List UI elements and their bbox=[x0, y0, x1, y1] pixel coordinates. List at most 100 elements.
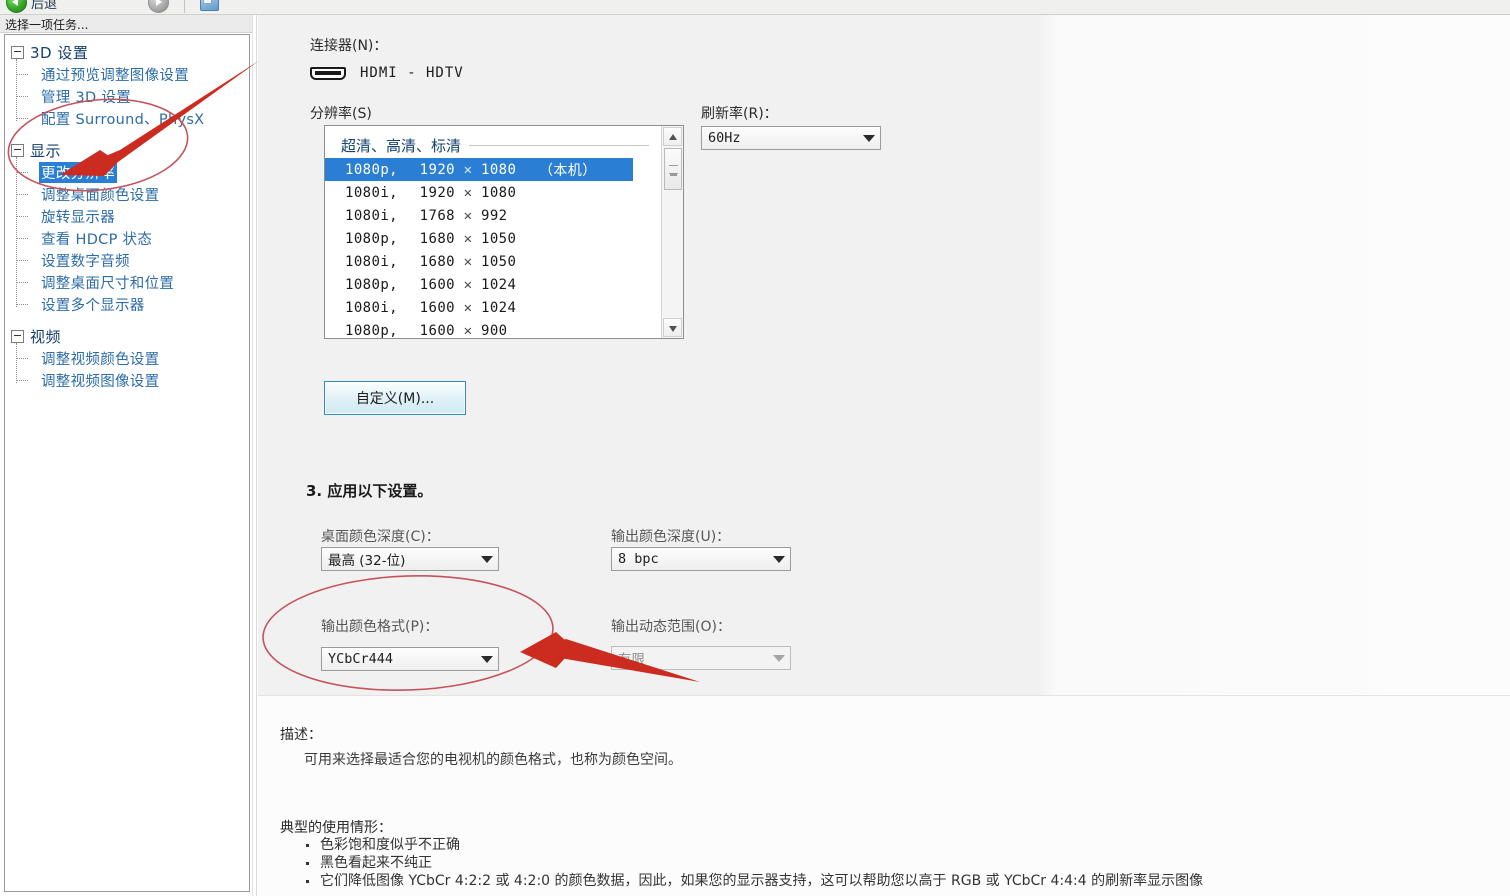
resolution-mode: 1080p, bbox=[345, 230, 398, 247]
select-task-header: 选择一项任务... bbox=[0, 15, 256, 33]
resolution-mode: 1080i, bbox=[345, 207, 398, 224]
usage-bullet: 它们降低图像 YCbCr 4:2:2 或 4:2:0 的颜色数据，因此，如果您的… bbox=[302, 872, 1203, 890]
connector-row: HDMI - HDTV bbox=[310, 65, 464, 81]
top-toolbar: 后退 bbox=[0, 0, 1510, 15]
resolution-h: 1080 bbox=[481, 184, 517, 201]
resolution-w: 1680 bbox=[419, 253, 455, 270]
tree-group: 3D 设置 通过预览调整图像设置管理 3D 设置 配置 Surround、PhysX bbox=[5, 41, 249, 129]
tree-group-header[interactable]: 3D 设置 bbox=[5, 41, 249, 63]
desktop-color-depth-value: 最高 (32-位) bbox=[328, 553, 406, 569]
refresh-rate-combobox[interactable]: 60Hz bbox=[701, 126, 881, 150]
description-body: 可用来选择最适合您的电视机的颜色格式，也称为颜色空间。 bbox=[304, 752, 682, 768]
resolution-x: ✕ bbox=[463, 322, 473, 339]
resolution-row[interactable]: 1080i, 1768 ✕ 992 bbox=[325, 204, 655, 227]
sidebar-item[interactable]: 设置多个显示器 bbox=[17, 293, 249, 315]
resolution-row[interactable]: 1080i, 1680 ✕ 1050 bbox=[325, 250, 655, 273]
resolution-w: 1680 bbox=[419, 230, 455, 247]
chevron-down-icon bbox=[768, 647, 790, 669]
chevron-down-icon[interactable] bbox=[476, 648, 498, 670]
sidebar-item[interactable]: 旋转显示器 bbox=[17, 205, 249, 227]
tree-group-header[interactable]: 显示 bbox=[5, 139, 249, 161]
resolution-row[interactable]: 1080p, 1680 ✕ 1050 bbox=[325, 227, 655, 250]
resolution-row[interactable]: 1080p, 1600 ✕ 1024 bbox=[325, 273, 655, 296]
forward-circle-icon[interactable] bbox=[148, 0, 169, 13]
scroll-thumb-grip-icon[interactable] bbox=[664, 148, 682, 190]
main-content: 连接器(N)： HDMI - HDTV 分辨率(S) 超清、高清、标清 1080… bbox=[258, 15, 1510, 896]
refresh-rate-value: 60Hz bbox=[708, 130, 741, 146]
tree-group-header[interactable]: 视频 bbox=[5, 325, 249, 347]
tree-group-spacer bbox=[5, 129, 249, 139]
panel-splitter[interactable] bbox=[252, 15, 257, 896]
task-tree: 3D 设置 通过预览调整图像设置管理 3D 设置 配置 Surround、PhysX… bbox=[5, 35, 249, 401]
refresh-rate-label: 刷新率(R)： bbox=[701, 106, 778, 122]
sidebar-item[interactable]: 设置数字音频 bbox=[17, 249, 249, 271]
chevron-down-icon[interactable] bbox=[476, 548, 498, 570]
resolution-row[interactable]: 1080p, 1600 ✕ 900 bbox=[325, 319, 655, 339]
description-title: 描述： bbox=[280, 727, 322, 743]
resolution-x: ✕ bbox=[463, 276, 473, 293]
tree-children: 更改分辨率 调整桌面颜色设置 旋转显示器 查看 HDCP 状态设置数字音频调整桌面尺寸… bbox=[5, 157, 249, 315]
tree-children: 调整视频颜色设置 调整视频图像设置 bbox=[5, 343, 249, 391]
sidebar-item[interactable]: 调整桌面尺寸和位置 bbox=[17, 271, 249, 293]
scroll-up-arrow-icon[interactable] bbox=[663, 127, 682, 146]
output-dynamic-range-combobox[interactable]: 有限 bbox=[611, 646, 791, 670]
resolution-w: 1600 bbox=[419, 276, 455, 293]
output-color-format-value: YCbCr444 bbox=[328, 651, 394, 667]
collapse-box-icon[interactable] bbox=[11, 45, 24, 59]
resolution-row[interactable]: 1080p, 1920 ✕ 1080 （本机） bbox=[325, 158, 633, 181]
sidebar-item[interactable]: 调整视频图像设置 bbox=[17, 369, 249, 391]
output-color-depth-value: 8 bpc bbox=[618, 551, 659, 567]
output-color-depth-label: 输出颜色深度(U)： bbox=[611, 529, 731, 545]
output-color-format-combobox[interactable]: YCbCr444 bbox=[321, 647, 499, 671]
resolution-row[interactable]: 1080i, 1920 ✕ 1080 bbox=[325, 181, 655, 204]
resolution-w: 1920 bbox=[419, 161, 455, 178]
resolution-h: 1024 bbox=[481, 276, 517, 293]
task-tree-panel[interactable]: 3D 设置 通过预览调整图像设置管理 3D 设置 配置 Surround、PhysX… bbox=[4, 34, 250, 892]
resolution-row[interactable]: 1080i, 1600 ✕ 1024 bbox=[325, 296, 655, 319]
settings-panel-background bbox=[258, 15, 1510, 695]
resolution-mode: 1080p, bbox=[345, 276, 398, 293]
sidebar-item[interactable]: 通过预览调整图像设置 bbox=[17, 63, 249, 85]
toolbar-divider bbox=[184, 0, 185, 13]
scroll-down-arrow-icon[interactable] bbox=[663, 318, 682, 337]
resolution-x: ✕ bbox=[463, 207, 473, 224]
sidebar-item[interactable]: 调整桌面颜色设置 bbox=[17, 183, 249, 205]
tree-group-label: 视频 bbox=[30, 327, 62, 346]
resolution-group-title: 超清、高清、标清 bbox=[341, 134, 470, 156]
chevron-down-icon[interactable] bbox=[858, 127, 880, 149]
sidebar-item[interactable]: 调整视频颜色设置 bbox=[17, 347, 249, 369]
collapse-box-icon[interactable] bbox=[11, 143, 24, 157]
chevron-down-icon[interactable] bbox=[768, 548, 790, 570]
select-task-header-label: 选择一项任务... bbox=[5, 18, 89, 32]
resolution-listbox[interactable]: 超清、高清、标清 1080p, 1920 ✕ 1080 （本机） 1080i, 1920 ✕ 1… bbox=[324, 125, 684, 339]
resolution-mode: 1080i, bbox=[345, 299, 398, 316]
description-divider bbox=[258, 695, 1510, 696]
desktop-color-depth-combobox[interactable]: 最高 (32-位) bbox=[321, 547, 499, 571]
resolution-x: ✕ bbox=[463, 161, 473, 178]
resolution-mode: 1080p, bbox=[345, 161, 398, 178]
connector-value: HDMI - HDTV bbox=[360, 65, 464, 81]
output-color-format-label: 输出颜色格式(P)： bbox=[321, 619, 439, 635]
sidebar-item-label: 管理 3D 设置 bbox=[41, 89, 132, 106]
nvidia-panel-icon[interactable] bbox=[200, 0, 219, 11]
customize-button[interactable]: 自定义(M)... bbox=[324, 381, 466, 415]
back-button[interactable]: 后退 bbox=[6, 0, 57, 13]
sidebar-item[interactable]: 配置 Surround、PhysX bbox=[17, 107, 249, 129]
output-color-depth-combobox[interactable]: 8 bpc bbox=[611, 547, 791, 571]
sidebar-item[interactable]: 查看 HDCP 状态 bbox=[17, 227, 249, 249]
tree-group-spacer bbox=[5, 315, 249, 325]
sidebar-item-label: 调整视频颜色设置 bbox=[41, 351, 160, 368]
sidebar-item-label: 设置多个显示器 bbox=[41, 297, 145, 314]
sidebar-item[interactable]: 管理 3D 设置 bbox=[17, 85, 249, 107]
output-dynamic-range-label: 输出动态范围(O)： bbox=[611, 619, 731, 635]
sidebar-item[interactable]: 更改分辨率 bbox=[17, 161, 249, 183]
usage-bullet: 黑色看起来不纯正 bbox=[302, 854, 1203, 872]
sidebar-item-label: 设置数字音频 bbox=[41, 253, 130, 270]
tree-group: 显示 更改分辨率 调整桌面颜色设置 旋转显示器 查看 HDCP 状态设置数字音频调整桌面… bbox=[5, 139, 249, 315]
collapse-box-icon[interactable] bbox=[11, 329, 24, 343]
sidebar-item-label: 调整桌面尺寸和位置 bbox=[41, 275, 175, 292]
resolution-scrollbar[interactable] bbox=[661, 126, 683, 338]
resolution-x: ✕ bbox=[463, 253, 473, 270]
tree-children: 通过预览调整图像设置管理 3D 设置 配置 Surround、PhysX bbox=[5, 59, 249, 129]
step3-title: 3. 应用以下设置。 bbox=[306, 482, 433, 500]
